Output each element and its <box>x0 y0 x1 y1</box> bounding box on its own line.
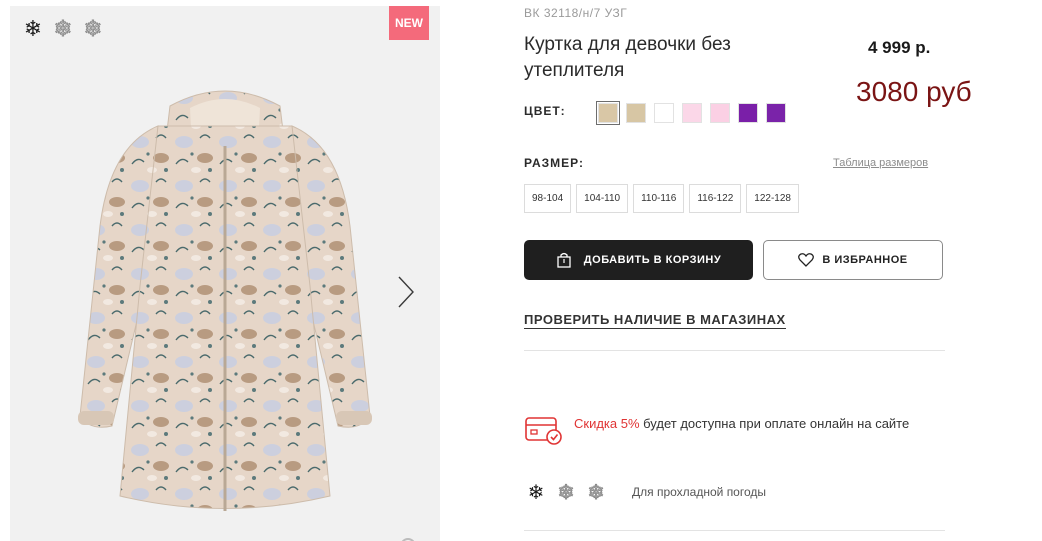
add-to-favorites-button[interactable]: В ИЗБРАННОЕ <box>763 240 943 280</box>
product-price-alt: 3080 руб <box>856 76 972 107</box>
size-option[interactable]: 110-116 <box>633 184 685 213</box>
promo-text: Скидка 5% будет доступна при оплате онла… <box>574 413 919 447</box>
divider <box>524 350 945 351</box>
snowflake-icon: ❄ <box>53 16 73 41</box>
size-options: 98-104 104-110 110-116 116-122 122-128 <box>524 184 799 213</box>
snowflake-icon: ❄ <box>527 481 545 504</box>
check-availability-link[interactable]: ПРОВЕРИТЬ НАЛИЧИЕ В МАГАЗИНАХ <box>524 312 786 329</box>
size-option[interactable]: 98-104 <box>524 184 572 213</box>
color-swatch[interactable] <box>596 101 620 125</box>
favorites-label: В ИЗБРАННОЕ <box>822 254 908 266</box>
product-gallery: ❄ ❄ ❄ NEW <box>10 6 440 541</box>
promo-description: будет доступна при оплате онлайн на сайт… <box>639 416 910 431</box>
color-swatch[interactable] <box>682 103 702 123</box>
snowflake-icon: ❄ <box>557 481 575 504</box>
color-swatch[interactable] <box>654 103 674 123</box>
size-option[interactable]: 122-128 <box>746 184 799 213</box>
color-swatch[interactable] <box>738 103 758 123</box>
promo-discount: Скидка 5% <box>574 416 640 431</box>
color-swatch[interactable] <box>626 103 646 123</box>
heart-icon <box>798 253 815 267</box>
season-indicator: ❄ ❄ ❄ <box>20 16 106 42</box>
weather-icons: ❄ ❄ ❄ <box>524 480 608 504</box>
product-image[interactable] <box>40 86 410 526</box>
snowflake-icon: ❄ <box>587 481 605 504</box>
card-discount-icon <box>525 417 562 445</box>
color-swatches <box>596 101 786 125</box>
color-swatch[interactable] <box>710 103 730 123</box>
size-chart-link[interactable]: Таблица размеров <box>833 157 928 169</box>
product-sku: ВК 32118/н/7 УЗГ <box>524 6 628 20</box>
next-image-button[interactable] <box>392 274 420 310</box>
color-swatch[interactable] <box>766 103 786 123</box>
weather-text: Для прохладной погоды <box>632 485 767 499</box>
product-price: 4 999 р. <box>868 38 931 57</box>
size-option[interactable]: 116-122 <box>689 184 742 213</box>
online-discount-promo: Скидка 5% будет доступна при оплате онла… <box>524 413 919 447</box>
shopping-bag-icon <box>557 252 571 268</box>
chevron-right-icon <box>398 276 414 308</box>
weather-info: ❄ ❄ ❄ Для прохладной погоды <box>524 480 766 504</box>
snowflake-icon: ❄ <box>83 16 103 41</box>
size-label: РАЗМЕР: <box>524 156 584 170</box>
snowflake-icon: ❄ <box>23 16 43 41</box>
new-badge: NEW <box>389 6 429 40</box>
add-to-cart-button[interactable]: ДОБАВИТЬ В КОРЗИНУ <box>524 240 753 280</box>
color-label: ЦВЕТ: <box>524 104 566 118</box>
add-to-cart-label: ДОБАВИТЬ В КОРЗИНУ <box>583 254 722 266</box>
product-title: Куртка для девочки без утеплителя <box>524 34 731 81</box>
divider <box>524 530 945 531</box>
size-option[interactable]: 104-110 <box>576 184 629 213</box>
